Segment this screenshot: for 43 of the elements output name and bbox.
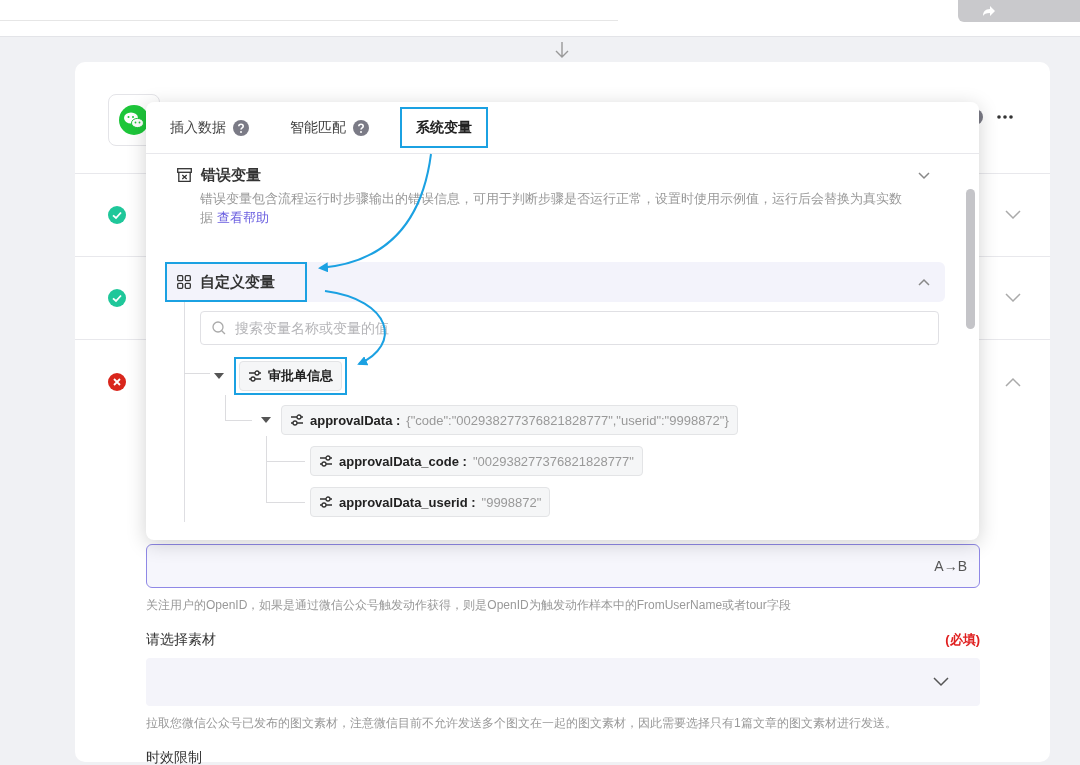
sliders-icon [290, 413, 304, 427]
caret-down-icon[interactable] [214, 373, 224, 379]
sliders-icon [319, 454, 333, 468]
section-title: 错误变量 [201, 165, 261, 185]
field-label: 请选择素材 [146, 631, 216, 649]
section-header[interactable]: 错误变量 [165, 164, 945, 186]
section-header[interactable]: 自定义变量 [165, 262, 945, 302]
scrollbar-thumb[interactable] [966, 189, 975, 329]
field-label: 时效限制 [146, 749, 203, 765]
grid-icon [177, 275, 191, 289]
tab[interactable]: 系统变量 [400, 107, 488, 148]
variable-chip[interactable]: approvalData_userid : "9998872" [310, 487, 551, 517]
chevron-up-icon [917, 276, 931, 288]
chevron-down-icon [917, 169, 931, 181]
share-icon [982, 5, 996, 17]
variable-chip[interactable]: approvalData : {"code":"002938277376821828777","userid":"9998872"} [281, 405, 738, 435]
chevron-down-icon[interactable] [1004, 209, 1022, 221]
chevron-up-icon[interactable] [1004, 375, 1022, 388]
down-arrow-icon [555, 40, 569, 59]
tree-connector [225, 395, 252, 421]
mapping-button[interactable]: A→B [932, 556, 969, 576]
error-circle-icon [108, 372, 126, 391]
variable-chip[interactable]: 审批单信息 [239, 361, 342, 391]
select-field[interactable] [146, 658, 980, 706]
variable-chip[interactable]: approvalData_code : "002938277376821828777" [310, 446, 643, 476]
toolbar-button[interactable] [958, 0, 1080, 22]
help-link[interactable]: 查看帮助 [216, 210, 269, 225]
tab[interactable]: 智能匹配 [280, 107, 379, 148]
more-icon[interactable] [997, 115, 1013, 119]
section-title: 自定义变量 [200, 272, 275, 292]
archive-box-icon [177, 168, 192, 182]
required-mark: (必填) [945, 631, 980, 649]
sliders-icon [319, 495, 333, 509]
sliders-icon [248, 369, 262, 383]
tab[interactable]: 插入数据 [160, 107, 259, 148]
helper-text: 关注用户的OpenID，如果是通过微信公众号触发动作获得，则是OpenID为触发动作样本中的FromUserName或者tour字段 [146, 597, 792, 614]
chevron-down-icon[interactable] [1004, 292, 1022, 304]
helper-text: 拉取您微信公众号已发布的图文素材，注意微信目前不允许发送多个图文在一起的图文素材，因此需要选择只有1篇文章的图文素材进行发送。 [146, 715, 898, 732]
check-circle-icon [108, 206, 126, 224]
chevron-down-icon [933, 677, 949, 687]
check-circle-icon [108, 289, 126, 307]
input-field[interactable]: A→B [146, 544, 980, 588]
caret-down-icon[interactable] [261, 417, 271, 423]
